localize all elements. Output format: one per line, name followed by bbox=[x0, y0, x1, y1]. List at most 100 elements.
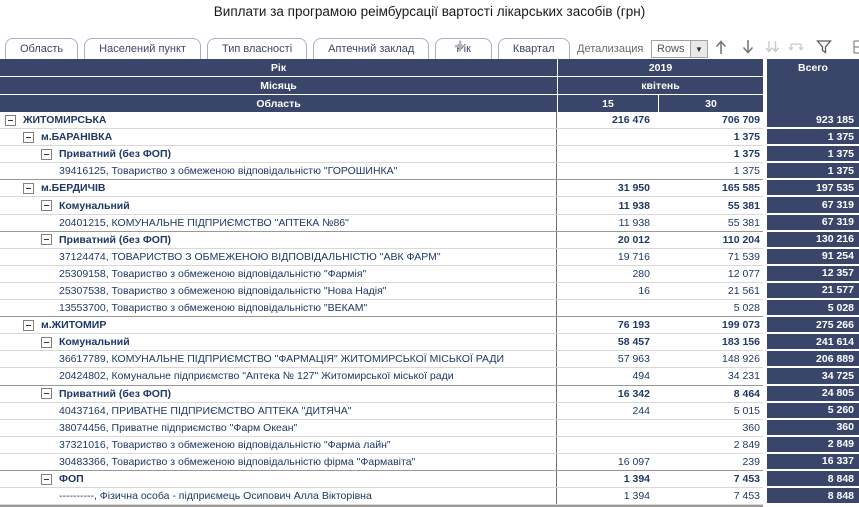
row-label-cell: Приватний (без ФОП) bbox=[0, 146, 557, 163]
total-cell: 5 260 bbox=[767, 402, 859, 420]
value-cell-day30: 55 381 bbox=[727, 199, 760, 212]
total-cell: 8 848 bbox=[767, 488, 859, 506]
table-row: Приватний (без ФОП) 20 012 110 204 130 216 bbox=[0, 231, 859, 249]
row-main-cells: 25309158, Товариство з обмеженою відпові… bbox=[0, 265, 763, 283]
row-label-cell: Комунальний bbox=[0, 334, 557, 351]
row-main-cells: ФОП 1 394 7 453 bbox=[0, 470, 763, 489]
collapse-minus-icon[interactable] bbox=[41, 148, 52, 160]
row-label: 37321016, Товариство з обмеженою відпові… bbox=[59, 438, 391, 451]
row-label-cell: Приватний (без ФОП) bbox=[0, 385, 557, 402]
pivot-rows: ЖИТОМИРСЬКА 216 476 706 709 923 185 м.БАРАНІ… bbox=[0, 112, 859, 506]
chevron-down-icon[interactable]: ▼ bbox=[690, 41, 707, 57]
total-cell: 360 bbox=[767, 419, 859, 437]
row-label: ЖИТОМИРСЬКА bbox=[23, 114, 107, 127]
filter-icon[interactable] bbox=[815, 38, 833, 56]
collapse-minus-icon[interactable] bbox=[23, 319, 34, 331]
add-field-icon[interactable]: + bbox=[454, 36, 466, 57]
row-label: 39416125, Товариство з обмеженою відпові… bbox=[59, 165, 398, 178]
value-cell-day30: 199 073 bbox=[722, 319, 760, 332]
row-label-cell: 39416125, Товариство з обмеженою відпові… bbox=[0, 163, 557, 180]
row-main-cells: 37321016, Товариство з обмеженою відпові… bbox=[0, 436, 763, 454]
table-row: 20424802, Комунальне підприємство "Аптек… bbox=[0, 368, 859, 386]
value-cell-day15: 31 950 bbox=[617, 182, 650, 195]
total-cell: 1 375 bbox=[767, 129, 859, 147]
value-cell-day15: 1 394 bbox=[623, 490, 650, 503]
filter-field-chip[interactable]: Квартал bbox=[497, 38, 570, 59]
table-row: Приватний (без ФОП) 16 342 8 464 24 805 bbox=[0, 385, 859, 403]
filter-fields-bar: Область Населений пункт Тип власності Аптеч… bbox=[5, 38, 570, 59]
row-label-cell: м.ЖИТОМИР bbox=[0, 317, 557, 334]
header-row-month-label: Місяць bbox=[0, 77, 557, 94]
header-day-15[interactable]: 15 bbox=[558, 95, 658, 112]
total-cell: 5 028 bbox=[767, 300, 859, 318]
value-cell-day30: 71 539 bbox=[727, 250, 760, 263]
collapse-minus-icon[interactable] bbox=[41, 473, 52, 485]
total-cell: 2 849 bbox=[767, 436, 859, 454]
row-label: 36617789, КОМУНАЛЬНЕ ПІДПРИЄМСТВО "ФАРМА… bbox=[59, 353, 505, 366]
value-cell-day15 bbox=[557, 420, 658, 436]
total-cell: 130 216 bbox=[767, 231, 859, 249]
partial-clipped-icon[interactable] bbox=[852, 38, 859, 56]
value-cell-day30: 21 561 bbox=[727, 284, 760, 297]
table-row: 30483366, Товариство з обмеженою відпові… bbox=[0, 453, 859, 471]
total-cell: 12 357 bbox=[767, 265, 859, 283]
move-up-icon[interactable] bbox=[712, 38, 730, 56]
filter-field-chip[interactable]: Область bbox=[5, 38, 79, 59]
total-cell: 24 805 bbox=[767, 385, 859, 403]
row-main-cells: 38074456, Приватне підприємство "Фарм Ок… bbox=[0, 419, 763, 437]
row-label: 20424802, Комунальне підприємство "Аптек… bbox=[59, 370, 454, 383]
header-year-value: 2019 bbox=[558, 59, 763, 76]
collapse-minus-icon[interactable] bbox=[5, 114, 16, 126]
value-cell-day15 bbox=[557, 437, 658, 453]
row-main-cells: Приватний (без ФОП) 20 012 110 204 bbox=[0, 231, 763, 249]
move-down-icon[interactable] bbox=[739, 38, 757, 56]
value-cell-day15: 16 097 bbox=[617, 455, 650, 468]
row-label: ФОП bbox=[59, 473, 84, 486]
filter-field-chip[interactable]: Аптечний заклад bbox=[313, 38, 430, 59]
value-cell-day30: 1 375 bbox=[733, 165, 760, 178]
value-cell-day30: 148 926 bbox=[722, 353, 760, 366]
filter-field-chip[interactable]: Населений пункт bbox=[84, 38, 201, 59]
filter-field-chip[interactable]: Тип власності bbox=[206, 38, 308, 59]
row-label-cell: 13553700, Товариство з обмеженою відпові… bbox=[0, 300, 557, 317]
value-cell-day30: 183 156 bbox=[722, 336, 760, 349]
value-cell-day15: 20 012 bbox=[617, 233, 650, 246]
value-cell-day30: 1 375 bbox=[733, 148, 760, 161]
detail-dropdown[interactable]: Rows ▼ bbox=[651, 40, 708, 58]
page-title: Виплати за програмою реімбурсації вартос… bbox=[213, 4, 646, 19]
value-cell-day15 bbox=[557, 129, 658, 145]
value-cell-day15: 494 bbox=[632, 370, 650, 383]
row-label-cell: 25309158, Товариство з обмеженою відпові… bbox=[0, 265, 557, 282]
row-main-cells: 40437164, ПРИВАТНЕ ПІДПРИЄМСТВО АПТЕКА "… bbox=[0, 402, 763, 420]
header-month-value: квітень bbox=[558, 77, 763, 94]
value-cell-day30: 8 464 bbox=[733, 387, 760, 400]
table-row: м.БАРАНІВКА 1 375 1 375 bbox=[0, 129, 859, 147]
total-cell: 206 889 bbox=[767, 351, 859, 369]
row-label: 25307538, Товариство з обмеженою відпові… bbox=[59, 284, 387, 297]
collapse-minus-icon[interactable] bbox=[23, 131, 34, 143]
row-main-cells: Комунальний 11 938 55 381 bbox=[0, 197, 763, 215]
row-label: 38074456, Приватне підприємство "Фарм Ок… bbox=[59, 421, 298, 434]
header-row-region-label: Область bbox=[0, 95, 557, 112]
table-row: 38074456, Приватне підприємство "Фарм Ок… bbox=[0, 419, 859, 437]
collapse-minus-icon[interactable] bbox=[41, 388, 52, 400]
collapse-minus-icon[interactable] bbox=[41, 200, 52, 212]
header-day-30[interactable]: 30 bbox=[659, 95, 763, 112]
expand-all-icon[interactable] bbox=[763, 38, 781, 56]
table-row: 37321016, Товариство з обмеженою відпові… bbox=[0, 436, 859, 454]
collapse-minus-icon[interactable] bbox=[41, 234, 52, 246]
row-label-cell: 38074456, Приватне підприємство "Фарм Ок… bbox=[0, 419, 557, 436]
value-cell-day15: 58 457 bbox=[617, 336, 650, 349]
collapse-all-icon[interactable] bbox=[787, 38, 805, 56]
value-cell-day15: 16 bbox=[638, 284, 650, 297]
table-row: Комунальний 11 938 55 381 67 319 bbox=[0, 197, 859, 215]
row-main-cells: ЖИТОМИРСЬКА 216 476 706 709 bbox=[0, 112, 763, 130]
collapse-minus-icon[interactable] bbox=[41, 336, 52, 348]
value-cell-day15 bbox=[557, 163, 658, 179]
value-cell-day30: 165 585 bbox=[722, 182, 760, 195]
collapse-minus-icon[interactable] bbox=[23, 182, 34, 194]
value-cell-day15: 76 193 bbox=[617, 319, 650, 332]
row-label: 20401215, КОМУНАЛЬНЕ ПІДПРИЄМСТВО "АПТЕК… bbox=[59, 216, 349, 229]
row-label-cell: 37124474, ТОВАРИСТВО З ОБМЕЖЕНОЮ ВІДПОВІ… bbox=[0, 248, 557, 265]
value-cell-day15 bbox=[557, 300, 658, 316]
